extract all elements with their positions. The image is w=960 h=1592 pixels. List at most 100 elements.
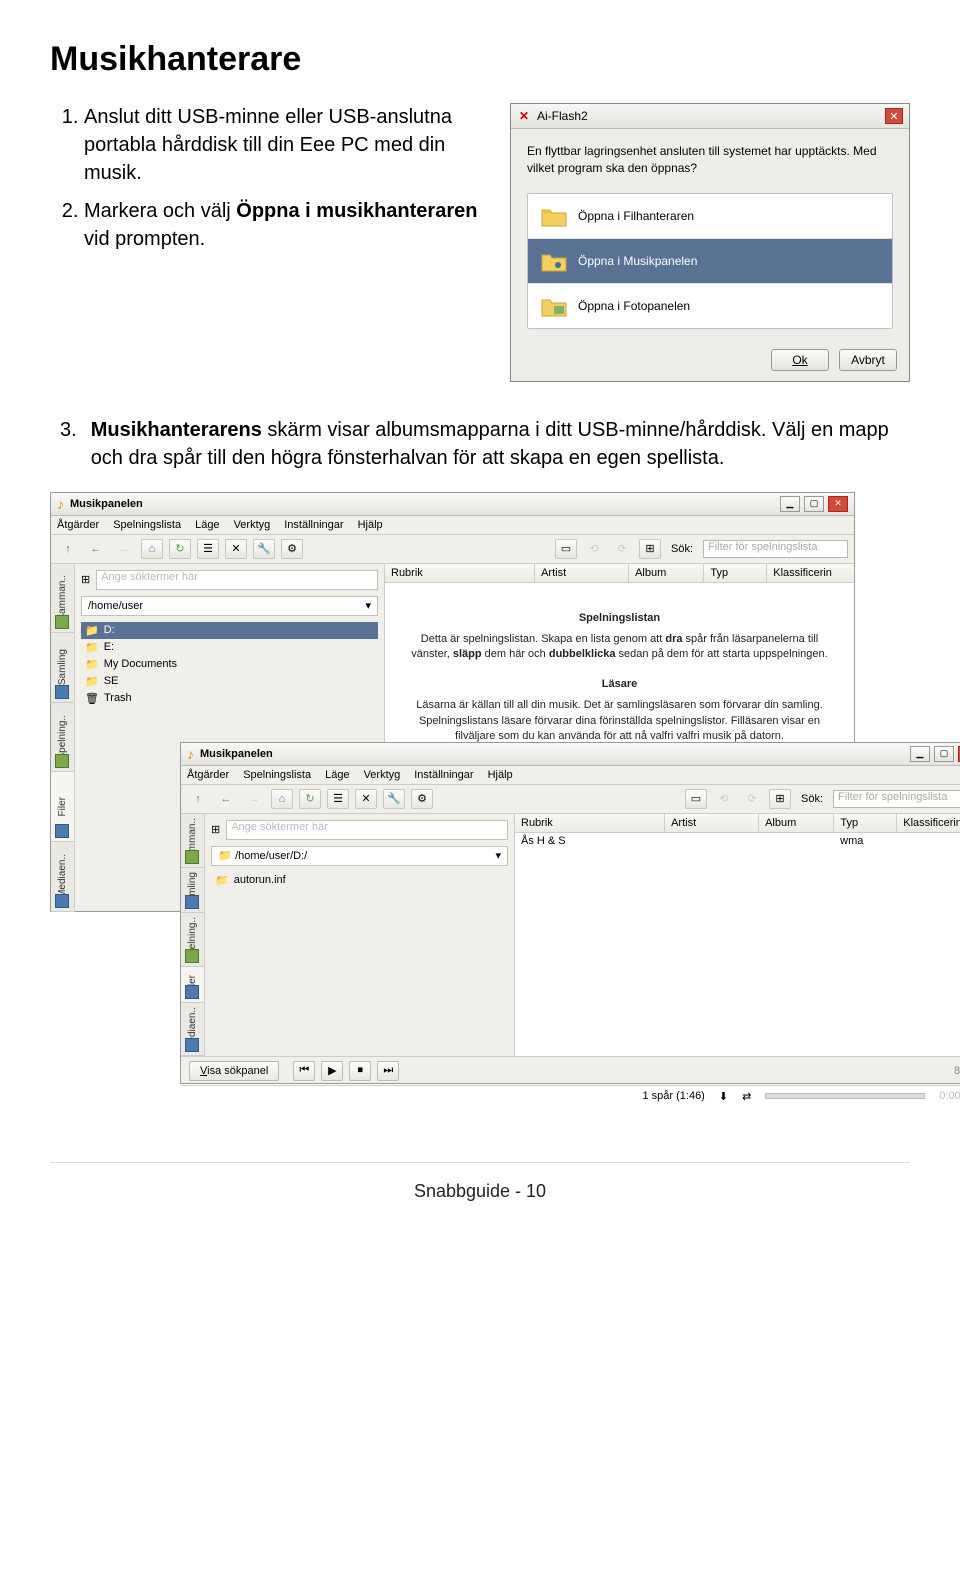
col-rubrik[interactable]: Rubrik (385, 564, 535, 582)
next-icon[interactable]: ⟳ (611, 539, 633, 559)
sidetab-collection[interactable]: Samling (181, 868, 204, 913)
next-track-icon[interactable]: ⏭ (377, 1061, 399, 1081)
refresh-icon[interactable]: ↻ (169, 539, 191, 559)
col-artist[interactable]: Artist (665, 814, 759, 832)
tools-icon[interactable]: ✕ (355, 789, 377, 809)
stop-icon[interactable]: ⏹ (349, 1061, 371, 1081)
tree-item[interactable]: 📁SE (81, 673, 378, 690)
tree-search-input[interactable]: Ange söktermer här (96, 570, 378, 590)
sidetab-playback[interactable]: Spelning.. (51, 703, 74, 773)
refresh-icon[interactable]: ↻ (299, 789, 321, 809)
minimize-button[interactable]: ▁ (910, 746, 930, 762)
wrench-icon[interactable]: 🔧 (383, 789, 405, 809)
time-display: 0:00:00 (939, 1090, 960, 1102)
folder-icon (540, 294, 568, 318)
option-photo-panel[interactable]: Öppna i Fotopanelen (528, 284, 892, 328)
next-icon[interactable]: ⟳ (741, 789, 763, 809)
table-header: Rubrik Artist Album Typ Klassificerin (385, 564, 854, 583)
play-icon[interactable]: ▶ (321, 1061, 343, 1081)
wrench-icon[interactable]: 🔧 (253, 539, 275, 559)
progress-bar[interactable] (765, 1093, 925, 1099)
minimize-button[interactable]: ▁ (780, 496, 800, 512)
menu-help[interactable]: Hjälp (488, 769, 513, 781)
prev-icon[interactable]: ⟲ (713, 789, 735, 809)
tree-item[interactable]: 📁E: (81, 639, 378, 656)
search-icon[interactable]: ⊞ (211, 823, 220, 836)
menu-playlist[interactable]: Spelningslista (113, 519, 181, 531)
tree-item[interactable]: 📁autorun.inf (211, 872, 508, 889)
back-arrow-icon[interactable]: ← (85, 539, 107, 559)
search-icon[interactable]: ⊞ (81, 573, 90, 586)
menu-playlist[interactable]: Spelningslista (243, 769, 311, 781)
search-input[interactable]: Filter för spelningslista (703, 540, 848, 558)
col-rubrik[interactable]: Rubrik (515, 814, 665, 832)
config-icon[interactable]: ⚙ (281, 539, 303, 559)
sidetab-media[interactable]: Mediaen.. (181, 1003, 204, 1056)
search-button[interactable]: ⊞ (769, 789, 791, 809)
menubar: Åtgärder Spelningslista Läge Verktyg Ins… (51, 516, 854, 535)
menu-tools[interactable]: Verktyg (234, 519, 271, 531)
config-icon[interactable]: ⚙ (411, 789, 433, 809)
forward-arrow-icon[interactable]: → (243, 789, 265, 809)
col-klass[interactable]: Klassificerin (767, 564, 854, 582)
tree-item[interactable]: 📁My Documents (81, 656, 378, 673)
table-row[interactable]: Ås H & S wma (515, 833, 960, 849)
back-arrow-icon[interactable]: ← (215, 789, 237, 809)
tree-item[interactable]: 📁D: (81, 622, 378, 639)
layout-button[interactable]: ▭ (555, 539, 577, 559)
path-dropdown[interactable]: /home/user ▾ (81, 596, 378, 616)
maximize-button[interactable]: ▢ (804, 496, 824, 512)
close-icon[interactable]: ✕ (885, 108, 903, 124)
up-arrow-icon[interactable]: ↑ (187, 789, 209, 809)
menu-mode[interactable]: Läge (195, 519, 219, 531)
up-arrow-icon[interactable]: ↑ (57, 539, 79, 559)
col-album[interactable]: Album (759, 814, 834, 832)
search-input[interactable]: Filter för spelningslista (833, 790, 960, 808)
menu-tools[interactable]: Verktyg (364, 769, 401, 781)
list-button[interactable]: ☰ (327, 789, 349, 809)
sidetab-files[interactable]: Filer (181, 967, 204, 1003)
tree-item[interactable]: 🗑Trash (81, 690, 378, 707)
col-klass[interactable]: Klassificerin (897, 814, 960, 832)
list-button[interactable]: ☰ (197, 539, 219, 559)
sidetab-collection[interactable]: Samling (51, 633, 74, 703)
prev-icon[interactable]: ⟲ (583, 539, 605, 559)
trash-icon: 🗑 (85, 692, 99, 705)
sidetab-summary[interactable]: Samman.. (181, 814, 204, 869)
ok-button[interactable]: Ok (771, 349, 829, 371)
footer-divider (50, 1162, 910, 1163)
download-icon[interactable]: ⬇ (719, 1090, 728, 1103)
col-album[interactable]: Album (629, 564, 704, 582)
sidetab-media[interactable]: Mediaen.. (51, 842, 74, 912)
maximize-button[interactable]: ▢ (934, 746, 954, 762)
sidetab-playback[interactable]: Spelning.. (181, 913, 204, 966)
layout-button[interactable]: ▭ (685, 789, 707, 809)
prev-track-icon[interactable]: ⏮ (293, 1061, 315, 1081)
menu-settings[interactable]: Inställningar (284, 519, 343, 531)
tools-icon[interactable]: ✕ (225, 539, 247, 559)
option-music-panel[interactable]: Öppna i Musikpanelen (528, 239, 892, 284)
folder-icon (540, 249, 568, 273)
search-button[interactable]: ⊞ (639, 539, 661, 559)
sidetab-files[interactable]: Filer (51, 772, 74, 842)
menu-settings[interactable]: Inställningar (414, 769, 473, 781)
shuffle-icon[interactable]: ⇄ (742, 1090, 751, 1103)
menu-actions[interactable]: Åtgärder (57, 519, 99, 531)
col-typ[interactable]: Typ (704, 564, 767, 582)
col-artist[interactable]: Artist (535, 564, 629, 582)
tree-search-input[interactable]: Ange söktermer här (226, 820, 508, 840)
menu-help[interactable]: Hjälp (358, 519, 383, 531)
show-search-panel-button[interactable]: Visa sökpanel (189, 1061, 279, 1081)
sidetab-summary[interactable]: Samman.. (51, 564, 74, 634)
close-button[interactable]: ✕ (828, 496, 848, 512)
home-icon[interactable]: ⌂ (141, 539, 163, 559)
path-dropdown[interactable]: 📁 /home/user/D:/ ▾ (211, 846, 508, 866)
option-list: Öppna i Filhanteraren Öppna i Musikpanel… (527, 193, 893, 329)
home-icon[interactable]: ⌂ (271, 789, 293, 809)
menu-mode[interactable]: Läge (325, 769, 349, 781)
forward-arrow-icon[interactable]: → (113, 539, 135, 559)
cancel-button[interactable]: Avbryt (839, 349, 897, 371)
col-typ[interactable]: Typ (834, 814, 897, 832)
option-file-manager[interactable]: Öppna i Filhanteraren (528, 194, 892, 239)
menu-actions[interactable]: Åtgärder (187, 769, 229, 781)
